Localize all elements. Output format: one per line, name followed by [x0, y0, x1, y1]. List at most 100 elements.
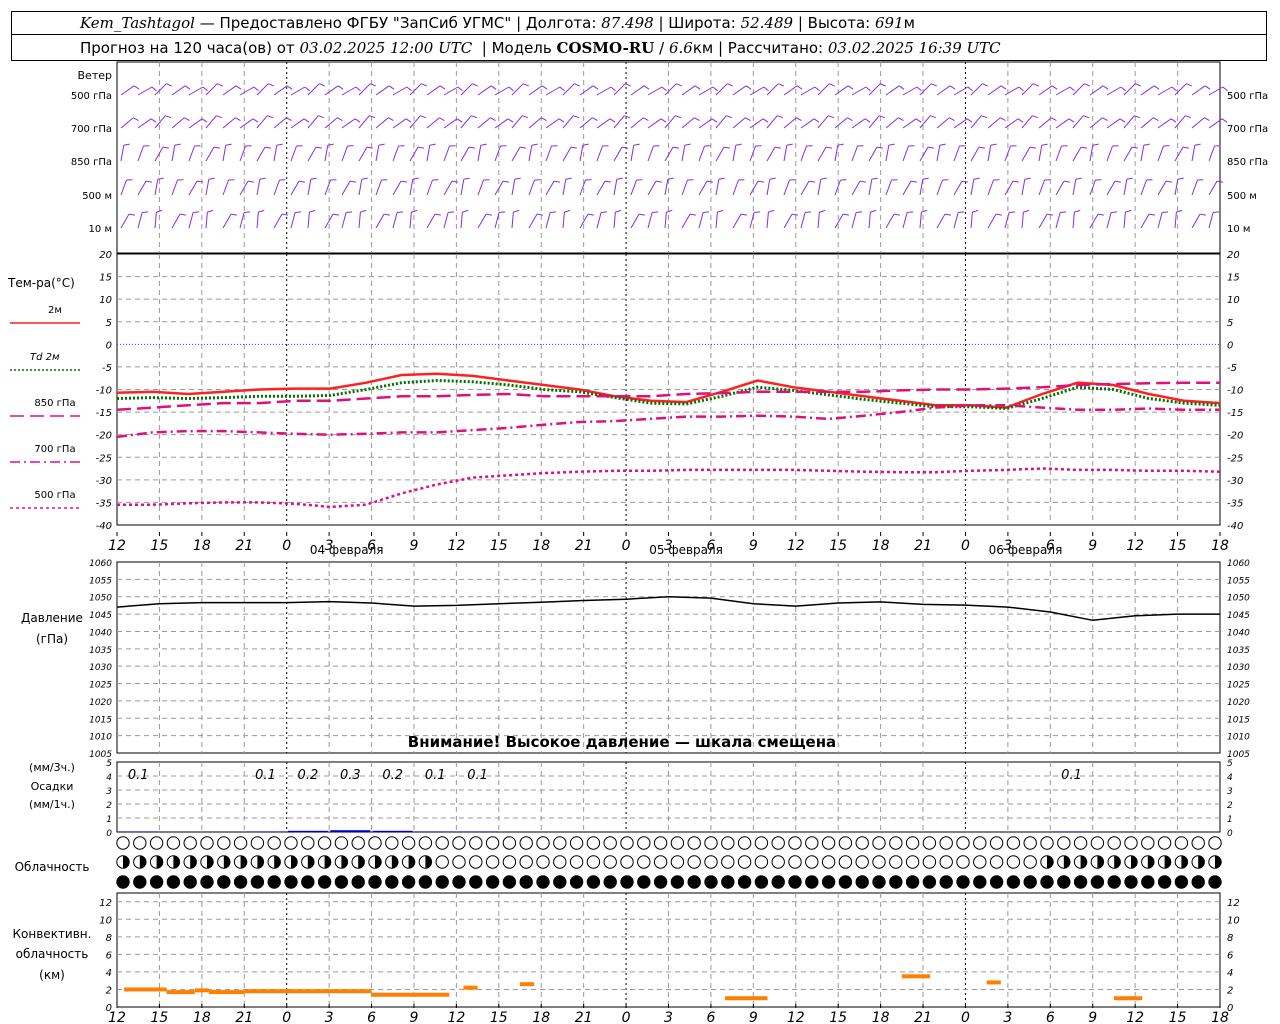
- wind-barb-staff: [834, 117, 848, 129]
- wind-barb-staff: [698, 145, 705, 162]
- conv-tick-label: 21: [575, 1010, 593, 1024]
- wind-barb-flag: [621, 146, 628, 149]
- cloud-symbol: [805, 855, 819, 869]
- wind-barb-staff: [902, 86, 918, 96]
- wind-barb-flag: [972, 209, 979, 213]
- wind-barb-staff: [936, 145, 941, 162]
- cloud-symbol-half: [223, 855, 231, 869]
- cloud-symbol: [670, 836, 685, 850]
- wind-barb-flag: [536, 213, 543, 216]
- wind-barb-staff: [358, 83, 371, 96]
- wind-barb-staff: [477, 179, 484, 196]
- wind-barb-flag: [286, 85, 293, 90]
- wind-barb-flag: [652, 211, 659, 213]
- wind-barb-staff: [749, 118, 764, 129]
- wind-barb-staff: [970, 146, 980, 162]
- prec-ytick-left: 3: [106, 787, 112, 797]
- wind-barb-staff: [596, 118, 611, 129]
- wind-barb-staff: [120, 179, 127, 196]
- wind-barb-flag: [847, 85, 854, 90]
- wind-barb-staff: [783, 213, 793, 229]
- wind-barb-staff: [426, 85, 441, 96]
- wind-barb-staff: [817, 179, 822, 196]
- wind-barb-flag: [769, 177, 776, 180]
- wind-barb-staff: [1140, 179, 1147, 196]
- cloud-symbol: [469, 855, 483, 869]
- cloud-symbol: [452, 855, 466, 869]
- wind-barb-staff: [1123, 179, 1128, 196]
- wind-barb-flag: [966, 118, 973, 123]
- cloud-symbol: [418, 836, 433, 850]
- wind-barb-flag: [967, 86, 973, 92]
- temp-ytick-left: -20: [96, 431, 112, 442]
- cloud-symbol: [1174, 875, 1189, 889]
- wind-barb-staff: [341, 86, 357, 96]
- temp-ytick-left: -10: [96, 386, 112, 397]
- wind-barb-staff: [613, 83, 626, 96]
- wind-barb-staff: [1208, 180, 1218, 196]
- conv-ytick-right: 2: [1227, 985, 1233, 996]
- wind-barb-staff: [222, 179, 229, 196]
- wind-barb-staff: [647, 118, 662, 129]
- wind-barb-staff: [256, 83, 269, 96]
- wind-barb-flag: [318, 115, 325, 119]
- wind-barb-staff: [392, 118, 407, 129]
- cloud-symbol-half: [1097, 855, 1104, 869]
- cloud-symbol: [855, 875, 869, 889]
- conv-title: Конвективн.: [13, 927, 92, 941]
- temp-ytick-left: 20: [99, 250, 112, 261]
- cloud-symbol: [1073, 836, 1088, 850]
- cloud-symbol: [939, 855, 953, 869]
- temp-ytick-left: 10: [99, 295, 112, 306]
- wind-barb-staff: [1089, 85, 1104, 96]
- cloud-symbol: [872, 855, 886, 869]
- temp-tick-label: 0: [961, 538, 970, 554]
- conv-ytick-left: 2: [106, 985, 112, 996]
- conv-tick-label: 6: [706, 1010, 715, 1024]
- cloud-symbol: [116, 875, 130, 889]
- wind-barb-staff: [817, 83, 830, 96]
- wind-barb-staff: [613, 146, 623, 162]
- prec-unit-top: (мм/3ч.): [29, 761, 75, 774]
- conv-tick-label: 12: [1126, 1010, 1144, 1024]
- wind-barb-flag: [213, 146, 220, 149]
- wind-barb-flag: [828, 115, 835, 119]
- wind-barb-staff: [698, 118, 713, 129]
- wind-barb-staff: [732, 213, 742, 229]
- wind-barb-staff: [222, 213, 232, 229]
- wind-barb-staff: [1123, 212, 1126, 229]
- wind-barb-staff: [511, 146, 521, 162]
- wind-barb-staff: [1208, 212, 1214, 229]
- conv-tick-label: 18: [872, 1010, 890, 1024]
- wind-barb-flag: [638, 213, 645, 216]
- wind-barb-staff: [613, 179, 618, 196]
- wind-barb-flag: [1143, 143, 1150, 146]
- conv-tick-label: 9: [749, 1010, 758, 1024]
- wind-barb-staff: [256, 115, 268, 129]
- wind-barb-staff: [1157, 180, 1167, 196]
- wind-barb-staff: [800, 118, 815, 129]
- wind-barb-flag: [706, 180, 713, 183]
- wind-barb-flag: [1171, 86, 1177, 92]
- wind-barb-flag: [564, 209, 571, 213]
- temp-legend-label: 700 гПа: [34, 444, 75, 455]
- wind-barb-flag: [207, 209, 214, 213]
- wind-barb-flag: [672, 146, 679, 149]
- wind-barb-flag: [610, 86, 616, 92]
- wind-barb-flag: [1032, 115, 1039, 119]
- cloud-symbol: [922, 836, 937, 850]
- wind-barb-flag: [360, 209, 367, 213]
- conv-bar: [244, 989, 372, 994]
- cloud-symbol: [855, 836, 869, 850]
- wind-barb-staff: [664, 212, 667, 229]
- wind-barb-staff: [528, 85, 543, 96]
- wind-barb-flag: [133, 85, 140, 90]
- wind-barb-staff: [851, 118, 866, 129]
- wind-barb-staff: [1123, 115, 1135, 129]
- wind-barb-staff: [171, 117, 185, 129]
- wind-level-label: 500 гПа: [71, 91, 112, 102]
- wind-barb-flag: [309, 209, 316, 213]
- wind-barb-flag: [298, 180, 305, 183]
- cloud-symbol: [452, 836, 466, 850]
- prec-ytick-right: 0: [1227, 829, 1233, 839]
